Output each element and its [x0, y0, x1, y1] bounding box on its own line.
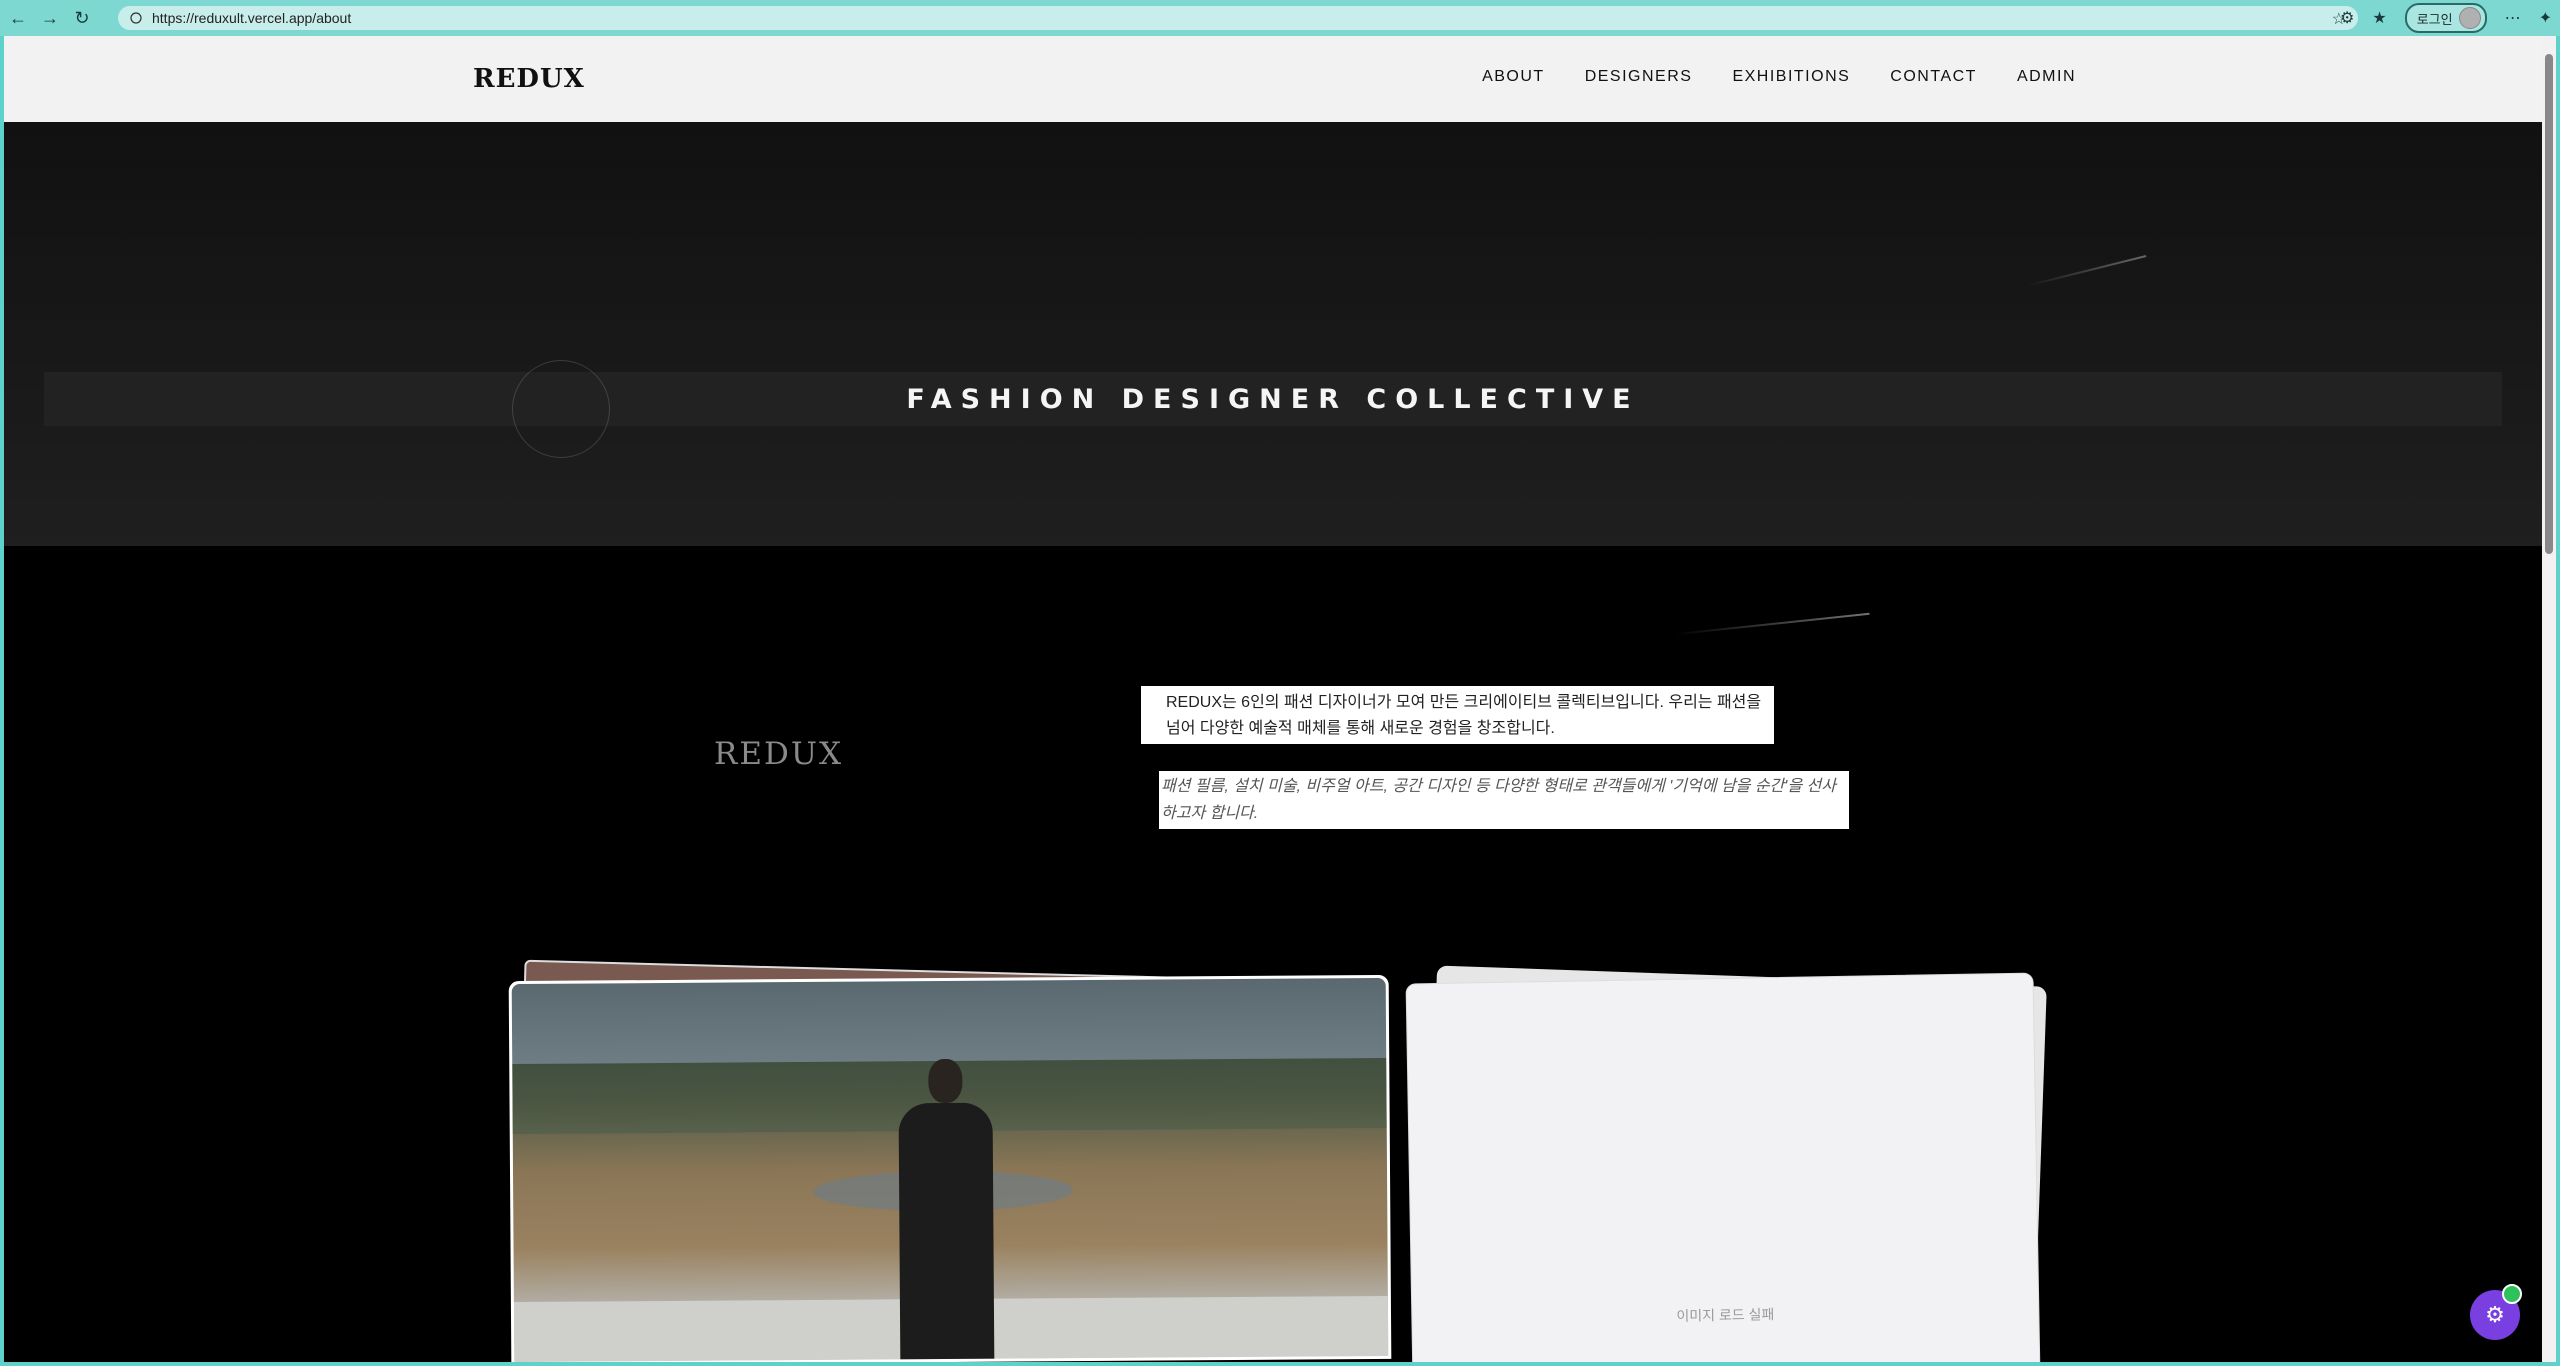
site-logo[interactable]: REDUX [473, 64, 585, 94]
more-icon[interactable]: ⋯ [2505, 8, 2521, 28]
gallery-card-photo[interactable] [508, 974, 1392, 1362]
reload-icon[interactable]: ↻ [68, 4, 96, 32]
model-coat [898, 1102, 995, 1362]
avatar [2458, 7, 2481, 29]
window-border [0, 1362, 2560, 1366]
main-nav: ABOUT DESIGNERS EXHIBITIONS CONTACT ADMI… [1482, 68, 2076, 86]
photo-model [890, 1058, 1002, 1362]
decorative-streak [1674, 612, 1870, 636]
site-header: REDUX ABOUT DESIGNERS EXHIBITIONS CONTAC… [4, 36, 2542, 123]
nav-designers[interactable]: DESIGNERS [1585, 68, 1693, 86]
nav-about[interactable]: ABOUT [1482, 68, 1545, 86]
forward-arrow-icon[interactable]: → [36, 4, 64, 32]
about-logo: REDUX [714, 736, 844, 772]
about-mission-text: 패션 필름, 설치 미술, 비주얼 아트, 공간 디자인 등 다양한 형태로 관… [1159, 771, 1849, 829]
favorites-icon[interactable]: ★ [2372, 8, 2386, 28]
nav-exhibitions[interactable]: EXHIBITIONS [1732, 68, 1850, 86]
url-text[interactable]: https://reduxult.vercel.app/about [152, 10, 351, 26]
page-scrollbar[interactable] [2542, 36, 2556, 1362]
image-load-fail-text: 이미지 로드 실패 [1676, 1306, 1775, 1324]
decorative-streak [2025, 255, 2147, 287]
model-head [928, 1058, 963, 1104]
browser-actions: ⚙ ★ 로그인 ⋯ ✦ [2340, 3, 2552, 33]
page-viewport: REDUX ABOUT DESIGNERS EXHIBITIONS CONTAC… [4, 36, 2542, 1362]
hero-section: FASHION DESIGNER COLLECTIVE [4, 122, 2542, 546]
scrollbar-thumb[interactable] [2545, 54, 2553, 554]
profile-button[interactable]: 로그인 [2404, 3, 2487, 33]
extensions-icon[interactable]: ⚙ [2340, 8, 2354, 28]
address-bar[interactable]: https://reduxult.vercel.app/about ☆ [118, 6, 2358, 30]
gallery-card-empty[interactable]: 이미지 로드 실패 [1405, 972, 2041, 1362]
nav-admin[interactable]: ADMIN [2017, 68, 2076, 86]
login-label: 로그인 [2416, 11, 2453, 27]
designer-photo [511, 977, 1389, 1362]
nav-contact[interactable]: CONTACT [1890, 68, 1977, 86]
status-dot [2502, 1284, 2522, 1304]
copilot-icon[interactable]: ✦ [2539, 8, 2552, 28]
about-intro-text: REDUX는 6인의 패션 디자이너가 모여 만든 크리에이티브 콜렉티브입니다… [1141, 686, 1774, 744]
hero-title: FASHION DESIGNER COLLECTIVE [906, 384, 1640, 415]
back-arrow-icon[interactable]: ← [4, 4, 32, 32]
site-info-icon[interactable] [130, 12, 142, 24]
